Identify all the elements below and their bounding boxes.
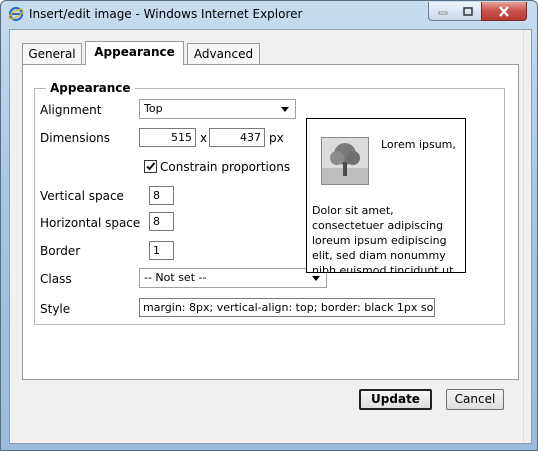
close-icon — [499, 5, 509, 17]
fieldset-legend: Appearance — [46, 81, 135, 95]
chevron-down-icon — [281, 107, 289, 112]
window-title: Insert/edit image - Windows Internet Exp… — [29, 7, 303, 21]
class-label: Class — [40, 272, 72, 286]
dialog-client-area: General Appearance Advanced Appearance A… — [9, 29, 532, 444]
cancel-button[interactable]: Cancel — [446, 389, 504, 410]
alignment-select[interactable]: Top — [139, 99, 296, 119]
style-input[interactable]: margin: 8px; vertical-align: top; border… — [139, 298, 435, 317]
chevron-down-icon — [312, 276, 320, 281]
class-value: -- Not set -- — [144, 271, 207, 284]
minimize-button[interactable] — [428, 2, 457, 21]
border-label: Border — [40, 244, 81, 258]
width-input[interactable]: 515 — [139, 128, 196, 147]
vertical-space-input[interactable]: 8 — [149, 186, 174, 205]
alignment-value: Top — [144, 102, 163, 115]
update-button[interactable]: Update — [359, 389, 432, 410]
maximize-icon — [463, 6, 473, 16]
style-label: Style — [40, 302, 71, 316]
tab-appearance[interactable]: Appearance — [85, 41, 184, 65]
appearance-panel: Appearance Alignment Top Dimensions 515 … — [22, 64, 519, 380]
constrain-proportions-checkbox[interactable] — [144, 160, 157, 173]
tab-appearance-label: Appearance — [94, 45, 175, 59]
tab-advanced[interactable]: Advanced — [187, 43, 260, 64]
tab-general-label: General — [28, 47, 76, 61]
maximize-button[interactable] — [455, 2, 482, 21]
title-bar[interactable]: Insert/edit image - Windows Internet Exp… — [1, 1, 537, 29]
dimensions-label: Dimensions — [40, 131, 111, 145]
preview-body: Dolor sit amet, consectetuer adipiscing … — [312, 204, 454, 273]
close-button[interactable] — [481, 2, 527, 21]
constrain-proportions-label: Constrain proportions — [160, 160, 291, 174]
vertical-scrollbar[interactable] — [523, 30, 531, 443]
alignment-label: Alignment — [40, 103, 102, 117]
height-input[interactable]: 437 — [209, 128, 265, 147]
preview-heading: Lorem ipsum, — [381, 138, 456, 151]
horizontal-space-label: Horizontal space — [40, 216, 141, 230]
class-select[interactable]: -- Not set -- — [139, 268, 327, 288]
dimensions-separator: x — [200, 131, 208, 145]
image-preview: Lorem ipsum, Dolor sit amet, consectetue… — [306, 118, 466, 273]
checkmark-icon — [146, 162, 156, 171]
dimensions-unit: px — [269, 131, 284, 145]
vertical-space-label: Vertical space — [40, 189, 124, 203]
tree-thumbnail-icon — [321, 137, 369, 185]
dialog-window: Insert/edit image - Windows Internet Exp… — [0, 0, 538, 451]
minimize-icon — [438, 11, 447, 15]
ie-icon — [8, 6, 24, 22]
border-input[interactable]: 1 — [149, 241, 174, 260]
tab-advanced-label: Advanced — [193, 47, 254, 61]
tab-general[interactable]: General — [22, 43, 82, 64]
horizontal-space-input[interactable]: 8 — [149, 212, 174, 231]
